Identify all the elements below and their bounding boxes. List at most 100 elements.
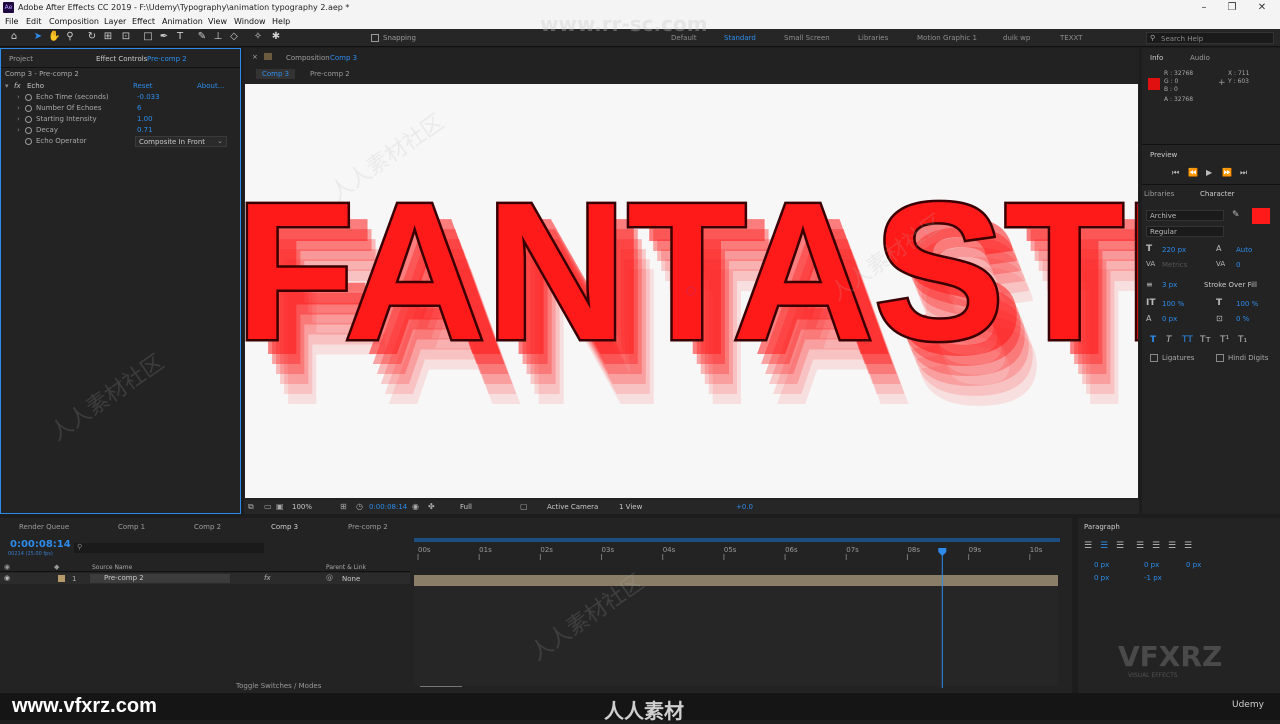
minimize-icon[interactable]: – — [1194, 1, 1214, 15]
tracking-value[interactable]: 0 — [1236, 261, 1240, 269]
close-tab-icon[interactable]: × — [252, 53, 258, 61]
small-caps-icon[interactable]: Tт — [1200, 335, 1211, 345]
camera-tool-icon[interactable]: ⊞ — [102, 31, 114, 43]
layer-name-field[interactable]: Pre-comp 2 — [90, 574, 230, 583]
visibility-icon[interactable]: ◉ — [4, 574, 10, 582]
align-right-icon[interactable]: ☰ — [1116, 541, 1124, 551]
justify-all-icon[interactable]: ☰ — [1184, 541, 1192, 551]
layer-color-label[interactable] — [58, 575, 65, 582]
faux-italic-icon[interactable]: T — [1166, 335, 1172, 345]
views-dropdown[interactable]: 1 View — [619, 503, 642, 511]
font-family-dropdown[interactable]: Archive — [1146, 210, 1224, 221]
kerning-value[interactable]: Metrics — [1162, 261, 1187, 269]
source-name-header[interactable]: Source Name — [92, 564, 132, 571]
stroke-mode-dropdown[interactable]: Stroke Over Fill — [1204, 281, 1257, 289]
camera-snapshot-icon[interactable]: ◉ — [412, 502, 419, 511]
vertical-scale-value[interactable]: 100 % — [1162, 300, 1184, 308]
tab-audio[interactable]: Audio — [1190, 54, 1210, 62]
first-frame-icon[interactable]: ⏮ — [1172, 168, 1179, 178]
pan-behind-tool-icon[interactable]: ⊡ — [120, 31, 132, 43]
selection-tool-icon[interactable]: ➤ — [32, 31, 44, 43]
hand-tool-icon[interactable]: ✋ — [48, 31, 60, 43]
workspace-libraries[interactable]: Libraries — [858, 34, 888, 42]
menu-view[interactable]: View — [208, 17, 227, 26]
font-size-value[interactable]: 220 px — [1162, 246, 1186, 254]
prop-value[interactable]: 6 — [137, 104, 141, 112]
menu-layer[interactable]: Layer — [104, 17, 126, 26]
rotate-tool-icon[interactable]: ↻ — [86, 31, 98, 43]
resolution-dropdown[interactable]: Full — [460, 503, 472, 511]
prev-frame-icon[interactable]: ⏪ — [1188, 168, 1198, 177]
exposure-value[interactable]: +0.0 — [736, 503, 753, 511]
indent-left-value[interactable]: 0 px — [1094, 561, 1109, 569]
expand-arrow-icon[interactable]: › — [17, 115, 20, 123]
justify-left-icon[interactable]: ☰ — [1136, 541, 1144, 551]
font-style-dropdown[interactable]: Regular — [1146, 226, 1224, 237]
close-icon[interactable]: ✕ — [1252, 1, 1272, 15]
toggle-switches-modes[interactable]: Toggle Switches / Modes — [236, 682, 321, 690]
menu-window[interactable]: Window — [234, 17, 266, 26]
clone-stamp-tool-icon[interactable]: ⊥ — [212, 31, 224, 43]
reset-link[interactable]: Reset — [133, 82, 153, 90]
faux-bold-icon[interactable]: T — [1150, 335, 1156, 345]
stroke-width-value[interactable]: 3 px — [1162, 281, 1177, 289]
leading-value[interactable]: Auto — [1236, 246, 1252, 254]
align-left-icon[interactable]: ☰ — [1084, 541, 1092, 551]
parent-dropdown[interactable]: None — [342, 575, 360, 583]
brush-tool-icon[interactable]: ✎ — [196, 31, 208, 43]
stopwatch-icon[interactable] — [25, 138, 32, 145]
expand-arrow-icon[interactable]: › — [17, 93, 20, 101]
channel-icon[interactable]: ✤ — [428, 502, 435, 511]
indent-first-value[interactable]: 0 px — [1186, 561, 1201, 569]
prop-value[interactable]: 1.00 — [137, 115, 153, 123]
prop-row-number-echoes[interactable]: › Number Of Echoes 6 — [5, 103, 237, 114]
viewer-time[interactable]: 0:00:08:14 — [369, 503, 407, 511]
pickwhip-icon[interactable]: @ — [326, 574, 333, 582]
tab-project[interactable]: Project — [9, 55, 33, 63]
tab-comp1[interactable]: Comp 1 — [118, 523, 145, 531]
superscript-icon[interactable]: T¹ — [1220, 335, 1229, 345]
type-tool-icon[interactable]: T — [174, 31, 186, 43]
workspace-texxt[interactable]: TEXXT — [1060, 34, 1082, 42]
pen-tool-icon[interactable]: ✒ — [158, 31, 170, 43]
eye-icon[interactable]: ◉ — [4, 563, 10, 571]
tab-comp3[interactable]: Comp 3 — [271, 523, 298, 531]
roi-icon[interactable]: ▢ — [520, 502, 528, 511]
space-after-value[interactable]: -1 px — [1144, 574, 1162, 582]
menu-effect[interactable]: Effect — [132, 17, 155, 26]
clock-icon[interactable]: ◷ — [356, 502, 363, 511]
justify-center-icon[interactable]: ☰ — [1152, 541, 1160, 551]
eyedropper-icon[interactable]: ✎ — [1232, 210, 1240, 220]
last-frame-icon[interactable]: ⏭ — [1240, 168, 1247, 178]
menu-composition[interactable]: Composition — [49, 17, 99, 26]
menu-help[interactable]: Help — [272, 17, 290, 26]
breadcrumb-precomp2[interactable]: Pre-comp 2 — [310, 70, 350, 78]
align-center-icon[interactable]: ☰ — [1100, 541, 1108, 551]
effect-row-echo[interactable]: ▾ fx Echo Reset About... — [5, 81, 237, 92]
composition-canvas[interactable]: FANTASTIC FANTASTIC FANTASTIC FANTASTIC … — [245, 84, 1138, 498]
justify-right-icon[interactable]: ☰ — [1168, 541, 1176, 551]
tab-render-queue[interactable]: Render Queue — [19, 523, 69, 531]
monitor-icon[interactable]: ▭ — [264, 502, 272, 511]
layer-row[interactable]: ◉ 1 Pre-comp 2 fx @ None — [0, 573, 410, 584]
indent-right-value[interactable]: 0 px — [1144, 561, 1159, 569]
workspace-duik[interactable]: duik wp — [1003, 34, 1030, 42]
comp-tab-prefix[interactable]: Composition — [286, 54, 330, 62]
maximize-icon[interactable]: ❐ — [1222, 1, 1242, 15]
fx-icon[interactable]: fx — [14, 82, 21, 90]
subscript-icon[interactable]: T₁ — [1238, 335, 1247, 345]
about-link[interactable]: About... — [197, 82, 224, 90]
tab-precomp2[interactable]: Pre-comp 2 — [348, 523, 388, 531]
stopwatch-icon[interactable] — [25, 116, 32, 123]
tab-effect-controls-layer[interactable]: Pre-comp 2 — [147, 55, 187, 63]
region-icon[interactable]: ⧉ — [248, 502, 254, 512]
prop-row-decay[interactable]: › Decay 0.71 — [5, 125, 237, 136]
horizontal-scale-value[interactable]: 100 % — [1236, 300, 1258, 308]
tab-character[interactable]: Character — [1200, 190, 1235, 198]
workspace-standard[interactable]: Standard — [724, 34, 756, 42]
breadcrumb-comp3[interactable]: Comp 3 — [256, 69, 296, 79]
play-icon[interactable]: ▶ — [1206, 168, 1212, 177]
prop-row-starting-intensity[interactable]: › Starting Intensity 1.00 — [5, 114, 237, 125]
fill-color-swatch[interactable] — [1252, 208, 1270, 224]
parent-link-header[interactable]: Parent & Link — [326, 564, 366, 571]
